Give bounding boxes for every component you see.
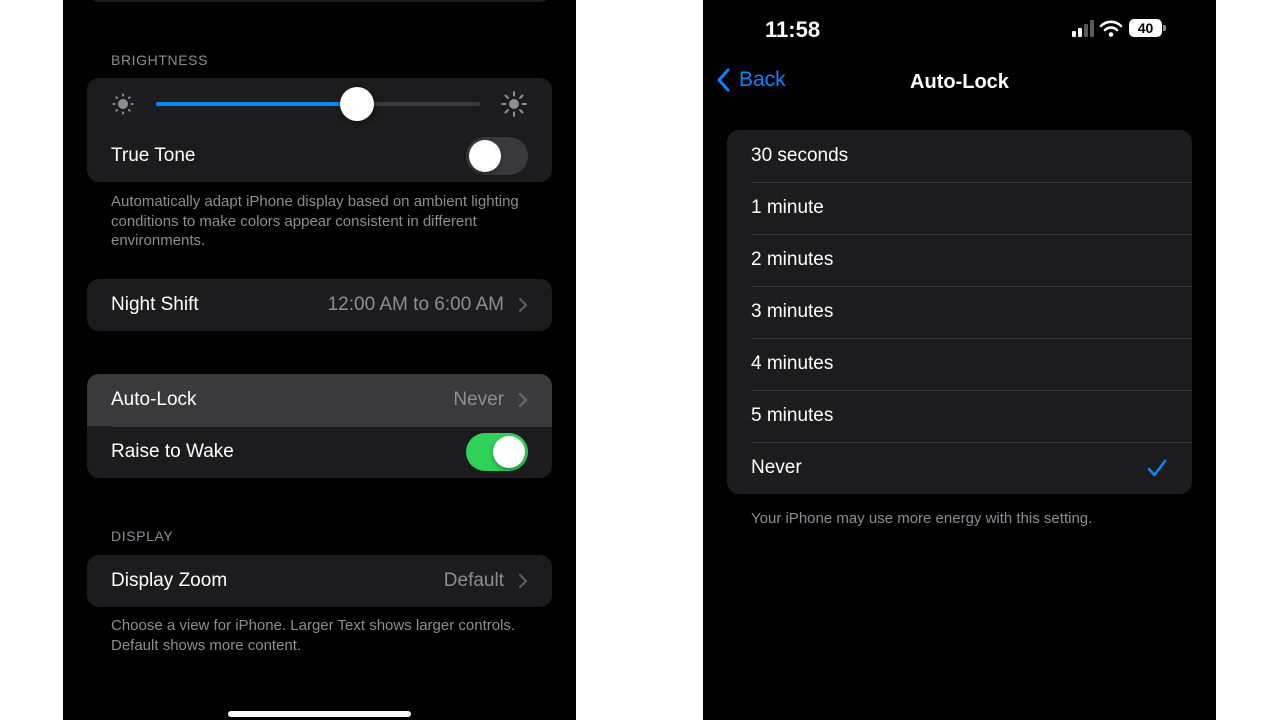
- brightness-low-icon: [112, 93, 134, 115]
- checkmark-icon: [1147, 459, 1167, 477]
- auto-lock-options: 30 seconds 1 minute 2 minutes 3 minutes …: [727, 130, 1192, 494]
- chevron-right-icon: [518, 297, 528, 313]
- brightness-group: True Tone: [87, 78, 552, 182]
- toggle-knob: [469, 140, 501, 172]
- auto-lock-label: Auto-Lock: [111, 389, 197, 410]
- status-time: 11:58: [765, 17, 821, 42]
- option-label: 2 minutes: [751, 249, 834, 270]
- brightness-slider-thumb[interactable]: [339, 87, 374, 121]
- raise-to-wake-toggle[interactable]: [466, 433, 528, 471]
- wifi-icon: [1099, 20, 1123, 37]
- true-tone-label: True Tone: [111, 145, 196, 166]
- true-tone-row: True Tone: [87, 130, 552, 182]
- true-tone-toggle[interactable]: [466, 137, 528, 175]
- option-3-minutes[interactable]: 3 minutes: [727, 286, 1192, 338]
- status-icons: 40: [1071, 19, 1166, 37]
- brightness-slider-fill: [156, 102, 357, 106]
- auto-lock-row[interactable]: Auto-Lock Never: [87, 374, 552, 426]
- night-shift-label: Night Shift: [111, 294, 199, 315]
- raise-to-wake-row: Raise to Wake: [87, 426, 552, 478]
- night-shift-value: 12:00 AM to 6:00 AM: [327, 294, 504, 315]
- option-2-minutes[interactable]: 2 minutes: [727, 234, 1192, 286]
- option-5-minutes[interactable]: 5 minutes: [727, 390, 1192, 442]
- brightness-slider-row: [87, 78, 552, 130]
- display-zoom-group: Display Zoom Default: [87, 555, 552, 607]
- true-tone-footnote: Automatically adapt iPhone display based…: [111, 193, 519, 249]
- auto-lock-screen: 11:58 40 Back Auto-Lock 30 seconds 1 min…: [703, 0, 1216, 720]
- previous-group-edge: [87, 0, 552, 2]
- battery-tip: [1163, 25, 1166, 31]
- night-shift-row[interactable]: Night Shift 12:00 AM to 6:00 AM: [87, 279, 552, 331]
- option-label: Never: [751, 457, 802, 478]
- option-never[interactable]: Never: [727, 442, 1192, 494]
- battery-icon: 40: [1129, 19, 1162, 37]
- display-zoom-label: Display Zoom: [111, 570, 228, 591]
- brightness-section-header: BRIGHTNESS: [111, 52, 209, 68]
- battery-level: 40: [1137, 20, 1154, 36]
- option-4-minutes[interactable]: 4 minutes: [727, 338, 1192, 390]
- cellular-signal-icon: [1072, 20, 1094, 37]
- brightness-slider[interactable]: [156, 87, 480, 121]
- option-label: 3 minutes: [751, 301, 834, 322]
- display-brightness-screen: BRIGHTNESS True Tone Automatically adapt…: [63, 0, 576, 720]
- option-label: 1 minute: [751, 197, 824, 218]
- auto-lock-footnote: Your iPhone may use more energy with thi…: [751, 510, 1093, 527]
- display-zoom-value: Default: [443, 570, 504, 591]
- option-label: 30 seconds: [751, 145, 849, 166]
- page-title: Auto-Lock: [910, 71, 1009, 93]
- raise-to-wake-label: Raise to Wake: [111, 441, 234, 462]
- toggle-knob: [493, 436, 525, 468]
- option-label: 5 minutes: [751, 405, 834, 426]
- display-section-header: DISPLAY: [111, 528, 174, 544]
- home-indicator[interactable]: [228, 711, 411, 717]
- night-shift-group: Night Shift 12:00 AM to 6:00 AM: [87, 279, 552, 331]
- auto-lock-value: Never: [453, 389, 504, 410]
- option-label: 4 minutes: [751, 353, 834, 374]
- display-zoom-row[interactable]: Display Zoom Default: [87, 555, 552, 607]
- display-zoom-footnote: Choose a view for iPhone. Larger Text sh…: [111, 617, 516, 654]
- option-30-seconds[interactable]: 30 seconds: [727, 130, 1192, 182]
- chevron-right-icon: [518, 573, 528, 589]
- option-1-minute[interactable]: 1 minute: [727, 182, 1192, 234]
- chevron-right-icon: [518, 392, 528, 408]
- brightness-high-icon: [501, 91, 527, 117]
- lock-group: Auto-Lock Never Raise to Wake: [87, 374, 552, 478]
